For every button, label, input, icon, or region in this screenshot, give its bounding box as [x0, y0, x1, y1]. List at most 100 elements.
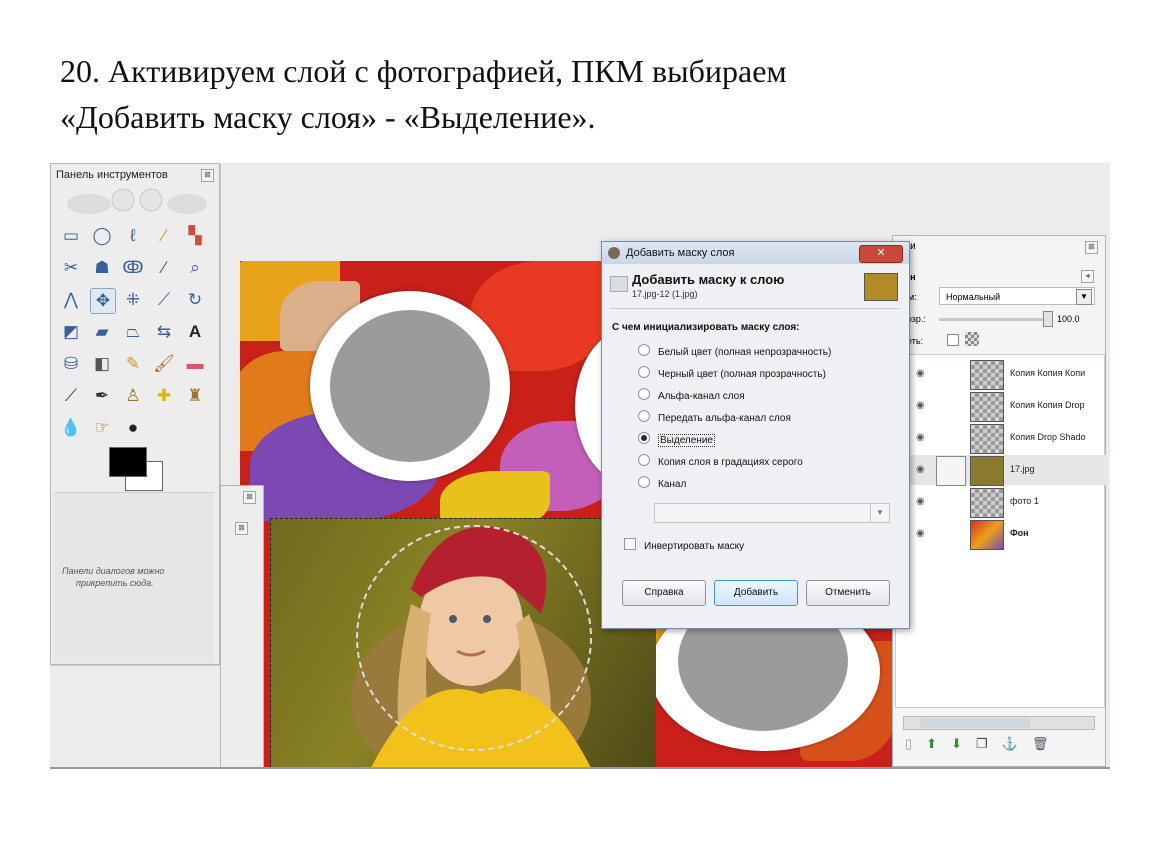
measure-icon[interactable]: ⋀	[59, 288, 83, 312]
radio-button[interactable]	[638, 366, 650, 378]
free-select-icon[interactable]: ℓ	[121, 224, 145, 248]
radio-option-white[interactable]: Белый цвет (полная непрозрачность)	[638, 344, 831, 360]
layers-tab-menu-icon[interactable]: ◂	[1081, 270, 1094, 283]
radio-button[interactable]	[638, 410, 650, 422]
radio-option-channel[interactable]: Канал	[638, 476, 686, 492]
layers-scrollbar[interactable]	[903, 716, 1095, 730]
layer-row[interactable]: ◉ Копия Копия Drop	[896, 391, 1108, 422]
text-icon[interactable]: A	[183, 320, 207, 344]
flip-icon[interactable]: ⇆	[152, 320, 176, 344]
layer-row-selected[interactable]: ◉ 17.jpg	[896, 455, 1108, 486]
clone-icon[interactable]: ♙	[121, 384, 145, 408]
raise-layer-icon[interactable]: ⬆	[926, 736, 937, 752]
opacity-slider[interactable]	[939, 318, 1047, 321]
crop-icon[interactable]: ⟋	[152, 288, 176, 312]
layer-row[interactable]: ◉ фото 1	[896, 487, 1108, 518]
lock-alpha-icon[interactable]	[965, 332, 979, 346]
ink-icon[interactable]: ✒	[90, 384, 114, 408]
blur-icon[interactable]: 💧	[59, 416, 83, 440]
eraser-icon[interactable]: ▬	[183, 352, 207, 376]
photo-frame-circle	[310, 291, 510, 481]
mode-dropdown-icon[interactable]: ▼	[1076, 289, 1092, 305]
add-button[interactable]: Добавить	[714, 580, 798, 606]
anchor-layer-icon[interactable]: ⚓	[1002, 736, 1018, 752]
radio-option-alpha[interactable]: Альфа-канал слоя	[638, 388, 745, 404]
ellipse-select-icon[interactable]: ◯	[90, 224, 114, 248]
airbrush-icon[interactable]: ⟋	[59, 384, 83, 408]
panel-close-icon[interactable]: ⊠	[243, 491, 256, 504]
layer-name: Копия Drop Shado	[1010, 432, 1086, 442]
layer-name: фото 1	[1010, 496, 1039, 506]
rotate-icon[interactable]: ↻	[183, 288, 207, 312]
perspective-clone-icon[interactable]: ♜	[183, 384, 207, 408]
scale-icon[interactable]: ◩	[59, 320, 83, 344]
scissors-icon[interactable]: ✂	[59, 256, 83, 280]
eye-icon[interactable]: ◉	[916, 400, 928, 411]
dialog-close-icon[interactable]: ✕	[859, 245, 903, 263]
radio-label: Выделение	[658, 434, 715, 447]
dodge-icon[interactable]: ●	[121, 416, 145, 440]
radio-option-grayscale[interactable]: Копия слоя в градациях серого	[638, 454, 803, 470]
toolbox-close-icon[interactable]: ⊠	[201, 169, 214, 182]
color-select-icon[interactable]: ▚	[183, 224, 207, 248]
panel-menu-icon[interactable]: ⊠	[235, 522, 248, 535]
caption-line-2: «Добавить маску слоя» - «Выделение».	[60, 99, 596, 135]
layer-row[interactable]: ◉ Фон	[896, 519, 1108, 550]
perspective-icon[interactable]: ⏢	[121, 320, 145, 344]
new-layer-icon[interactable]: ▯	[905, 736, 912, 752]
cancel-button[interactable]: Отменить	[806, 580, 890, 606]
layers-close-icon[interactable]: ⊠	[1085, 241, 1098, 254]
eye-icon[interactable]: ◉	[916, 432, 928, 443]
invert-mask-row[interactable]: Инвертировать маску	[624, 538, 744, 552]
layer-mask-thumbnail[interactable]	[936, 456, 966, 486]
lower-layer-icon[interactable]: ⬇	[951, 736, 962, 752]
channel-select[interactable]: ▼	[654, 503, 890, 523]
mode-select[interactable]: Нормальный ▼	[939, 287, 1095, 305]
radio-button[interactable]	[638, 476, 650, 488]
blend-icon[interactable]: ◧	[90, 352, 114, 376]
radio-button[interactable]	[638, 388, 650, 400]
foreground-color-swatch[interactable]	[109, 447, 147, 477]
dialog-title: Добавить маску слоя	[626, 247, 735, 259]
layer-row[interactable]: ◉ Копия Drop Shado	[896, 423, 1108, 454]
paths-icon[interactable]: ↂ	[121, 256, 145, 280]
opacity-slider-handle[interactable]	[1043, 311, 1053, 327]
zoom-icon[interactable]: ⌕	[183, 256, 207, 280]
eye-icon[interactable]: ◉	[916, 464, 928, 475]
radio-button[interactable]	[638, 454, 650, 466]
bucket-fill-icon[interactable]: ⛁	[59, 352, 83, 376]
radio-label: Канал	[658, 479, 687, 490]
lock-pixels-checkbox[interactable]	[947, 334, 959, 346]
eye-icon[interactable]: ◉	[916, 368, 928, 379]
delete-layer-icon[interactable]: 🗑	[1032, 736, 1049, 752]
eye-icon[interactable]: ◉	[916, 496, 928, 507]
help-button[interactable]: Справка	[622, 580, 706, 606]
fuzzy-select-icon[interactable]: ⁄	[152, 224, 176, 248]
chevron-down-icon[interactable]: ▼	[870, 504, 889, 522]
opacity-value[interactable]: 100.0	[1057, 314, 1080, 324]
rect-select-icon[interactable]: ▭	[59, 224, 83, 248]
radio-option-black[interactable]: Черный цвет (полная прозрачность)	[638, 366, 826, 382]
radio-label: Альфа-канал слоя	[658, 391, 745, 402]
foreground-select-icon[interactable]: ☗	[90, 256, 114, 280]
fg-bg-colors[interactable]	[109, 447, 165, 491]
duplicate-layer-icon[interactable]: ❐	[976, 736, 988, 752]
scrollbar-thumb[interactable]	[920, 718, 1030, 728]
paintbrush-icon[interactable]: 🖌	[152, 352, 176, 376]
radio-button-checked[interactable]	[638, 432, 650, 444]
invert-mask-checkbox[interactable]	[624, 538, 636, 550]
layer-row[interactable]: ◉ Копия Копия Копи	[896, 359, 1108, 390]
radio-option-transfer-alpha[interactable]: Передать альфа-канал слоя	[638, 410, 791, 426]
pencil-icon[interactable]: ✎	[121, 352, 145, 376]
eye-icon[interactable]: ◉	[916, 528, 928, 539]
mode-value: Нормальный	[946, 292, 1001, 302]
heal-icon[interactable]: ✚	[152, 384, 176, 408]
shear-icon[interactable]: ▰	[90, 320, 114, 344]
color-picker-icon[interactable]: ⁄	[152, 256, 176, 280]
radio-button[interactable]	[638, 344, 650, 356]
smudge-icon[interactable]: ☞	[90, 416, 114, 440]
move-icon[interactable]: ✥	[90, 288, 116, 314]
radio-option-selection[interactable]: Выделение	[638, 432, 715, 448]
toolbox-title: Панель инструментов	[56, 169, 168, 181]
align-icon[interactable]: ⁜	[121, 288, 145, 312]
